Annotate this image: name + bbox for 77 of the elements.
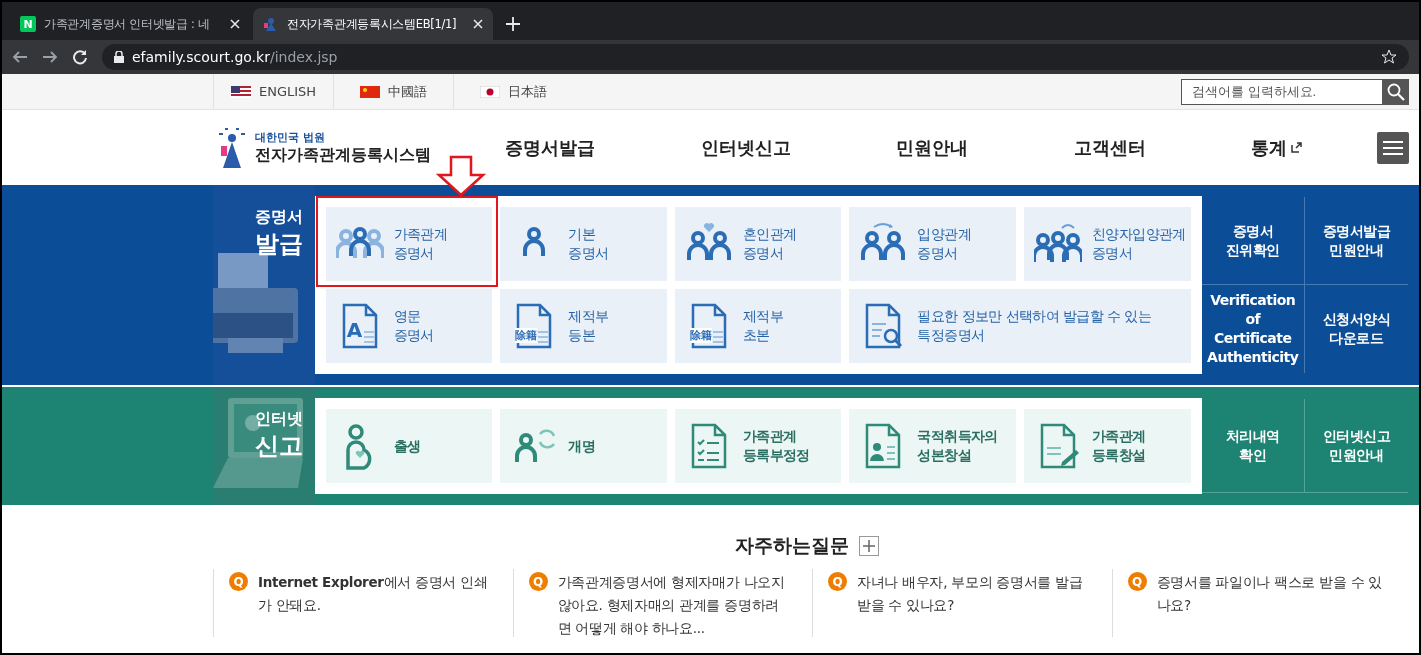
tab-title: 가족관계증명서 인터넷발급 : 네: [44, 16, 211, 32]
logo-subtitle: 대한민국 법원: [255, 129, 326, 145]
tab-title: 전자가족관계등록시스템EB[1/1]: [287, 16, 458, 32]
faq-question: Internet Explorer에서 증명서 인쇄가 안돼요.: [258, 573, 489, 615]
language-link[interactable]: 日本語: [453, 74, 573, 109]
close-icon[interactable]: [473, 19, 483, 29]
quick-link[interactable]: 증명서발급 민원안내: [1304, 197, 1408, 285]
service-card[interactable]: 除籍 제적부 등본: [500, 289, 667, 363]
service-card[interactable]: 필요한 정보만 선택하여 발급할 수 있는 특정증명서: [849, 289, 1191, 363]
faq-title: 자주하는질문: [735, 533, 849, 558]
browser-tab[interactable]: 전자가족관계등록시스템EB[1/1]: [253, 8, 493, 40]
nav-link[interactable]: 인터넷신고: [700, 135, 791, 160]
site-icon: N: [20, 16, 36, 32]
quick-link[interactable]: 인터넷신고 민원안내: [1304, 399, 1408, 493]
service-card[interactable]: 혼인관계 증명서: [674, 207, 842, 281]
faq-item[interactable]: Q 가족관계증명서에 형제자매가 나오지 않아요. 형제자매의 관계를 증명하려면 어떻게 해야 하나요...: [512, 569, 812, 637]
faq-item[interactable]: Q 자녀나 배우자, 부모의 증명서를 발급 받을 수 있나요?: [812, 569, 1112, 637]
faq-question: 가족관계증명서에 형제자매가 나오지 않아요. 형제자매의 관계를 증명하려면 어떻게 해야 하나요...: [557, 573, 786, 637]
address-field[interactable]: efamily.scourt.go.kr/index.jsp: [102, 44, 1409, 70]
section-label: 증명서: [254, 207, 303, 228]
question-badge: Q: [1127, 572, 1147, 591]
flag-icon: [480, 85, 500, 98]
service-card[interactable]: 친양자입양관계 증명서: [1024, 207, 1191, 281]
section-title: 발급: [254, 229, 303, 260]
lock-icon: [114, 51, 124, 63]
service-card[interactable]: 除籍 제적부 초본: [674, 289, 842, 363]
more-button[interactable]: [859, 536, 879, 556]
flag-icon: [230, 85, 251, 98]
faq-question: 자녀나 배우자, 부모의 증명서를 발급 받을 수 있나요?: [857, 573, 1084, 615]
service-card[interactable]: 기본 증명서: [500, 207, 667, 281]
language-link[interactable]: ENGLISH: [213, 74, 333, 109]
nav-link[interactable]: 통계: [1251, 135, 1302, 160]
browser-tab[interactable]: N 가족관계증명서 인터넷발급 : 네: [10, 8, 250, 40]
nav-link[interactable]: 민원안내: [896, 135, 968, 160]
icon-caption: 除籍: [689, 328, 712, 343]
faq-item[interactable]: Q 증명서를 파일이나 팩스로 받을 수 있나요?: [1111, 569, 1411, 637]
faq-item[interactable]: Q Internet Explorer에서 증명서 인쇄가 안돼요.: [213, 569, 513, 637]
service-card[interactable]: A 영문 증명서: [325, 289, 493, 363]
service-card[interactable]: 개명: [500, 409, 667, 483]
logo-title: 전자가족관계등록시스템: [255, 144, 431, 166]
icon-caption: 除籍: [515, 328, 538, 343]
new-tab-icon[interactable]: [506, 17, 520, 31]
reload-icon[interactable]: [72, 49, 88, 65]
service-card[interactable]: 입양관계 증명서: [849, 207, 1017, 281]
menu-button[interactable]: [1377, 131, 1409, 164]
service-card[interactable]: 국적취득자의 성본창설: [849, 409, 1017, 483]
plus-icon: [863, 540, 875, 552]
quick-link[interactable]: 증명서 진위확인: [1201, 197, 1305, 285]
search-button[interactable]: [1383, 78, 1409, 105]
icon-caption: A: [346, 318, 363, 342]
flag-icon: [360, 85, 380, 98]
quick-link[interactable]: Verification of Certificate Authenticity: [1201, 285, 1305, 373]
quick-link[interactable]: 처리내역 확인: [1201, 399, 1305, 493]
menu-icon: [1383, 139, 1403, 156]
nav-link[interactable]: 증명서발급: [505, 135, 595, 160]
service-card[interactable]: 가족관계 등록부정정: [674, 409, 842, 483]
down-arrow-icon: [435, 155, 486, 197]
nav-link[interactable]: 고객센터: [1073, 135, 1146, 160]
court-logo-icon: [263, 16, 279, 32]
star-icon[interactable]: [1381, 49, 1397, 65]
faq-question: 증명서를 파일이나 팩스로 받을 수 있나요?: [1156, 573, 1383, 615]
question-badge: Q: [828, 572, 847, 591]
service-card[interactable]: 가족관계 증명서: [325, 207, 493, 281]
close-icon[interactable]: [230, 19, 240, 29]
quick-link[interactable]: 신청서양식 다운로드: [1304, 285, 1408, 373]
search-icon: [1387, 82, 1405, 101]
external-link-icon: [1291, 142, 1302, 153]
service-card[interactable]: 가족관계 등록창설: [1024, 409, 1191, 483]
language-link[interactable]: 中國語: [333, 74, 453, 109]
question-badge: Q: [229, 572, 248, 591]
search-field[interactable]: 검색어를 입력하세요.: [1181, 78, 1383, 105]
section-title: 신고: [254, 431, 303, 462]
back-icon[interactable]: [12, 49, 28, 65]
forward-icon[interactable]: [42, 49, 58, 65]
section-label: 인터넷: [254, 409, 303, 430]
question-badge: Q: [528, 572, 548, 591]
service-card[interactable]: 출생: [325, 409, 493, 483]
